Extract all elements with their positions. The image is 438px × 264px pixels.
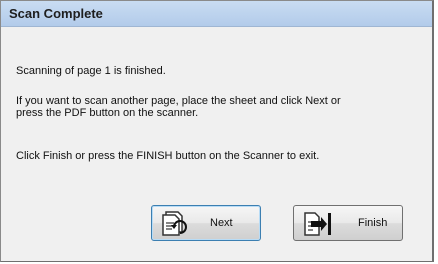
title-bar: Scan Complete [1,1,432,27]
scan-finished-message: Scanning of page 1 is finished. [16,65,166,77]
finish-button-label: Finish [358,217,388,229]
dialog-title: Scan Complete [9,6,103,21]
finish-exit-icon [304,212,331,236]
next-button-label: Next [210,217,233,229]
finish-instructions: Click Finish or press the FINISH button … [16,150,320,162]
next-page-instructions: If you want to scan another page, place … [16,95,341,119]
next-button[interactable]: Next [151,205,261,241]
scan-next-icon [162,211,187,236]
scan-complete-dialog: Scan Complete Scanning of page 1 is fini… [0,0,434,262]
finish-button[interactable]: Finish [293,205,403,241]
